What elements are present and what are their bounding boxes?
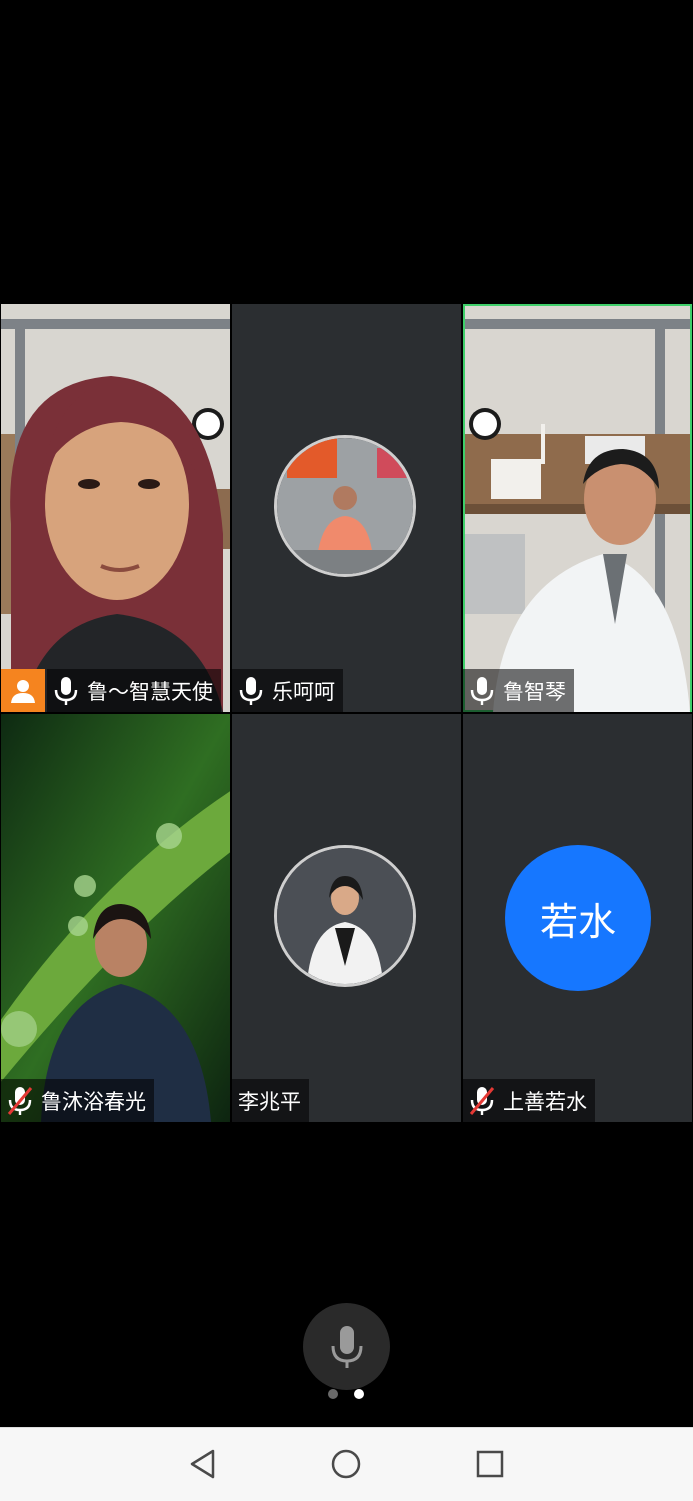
participant-name: 鲁智琴: [503, 679, 566, 704]
participant-tile-6[interactable]: 若水 上善若水: [463, 714, 692, 1122]
participant-label: 李兆平: [232, 1079, 309, 1122]
participant-name: 乐呵呵: [272, 679, 335, 704]
microphone-muted-icon: [469, 1086, 495, 1115]
participant-tile-3[interactable]: 鲁智琴: [463, 304, 692, 712]
microphone-icon: [54, 676, 78, 705]
avatar: [274, 845, 416, 987]
participant-label: 乐呵呵: [232, 669, 343, 712]
host-person-icon: [11, 679, 35, 703]
microphone-muted-icon: [7, 1086, 33, 1115]
host-badge: [1, 669, 45, 712]
participant-tile-2[interactable]: 乐呵呵: [232, 304, 461, 712]
page-indicator-dot-2-active[interactable]: [354, 1389, 364, 1399]
participant-label: 鲁智琴: [463, 669, 574, 712]
participant-label: 上善若水: [463, 1079, 595, 1122]
participant-tile-5[interactable]: 李兆平: [232, 714, 461, 1122]
video-frame-4: [1, 714, 230, 1122]
participant-tile-1[interactable]: 鲁～智慧天使: [1, 304, 230, 712]
microphone-icon: [470, 676, 494, 705]
participant-name: 上善若水: [503, 1089, 587, 1114]
participant-name: 鲁沐浴春光: [41, 1089, 146, 1114]
participant-tile-4[interactable]: 鲁沐浴春光: [1, 714, 230, 1122]
microphone-icon: [331, 1325, 362, 1368]
participant-name: 李兆平: [238, 1089, 301, 1114]
avatar-initials: 若水: [505, 845, 651, 991]
home-circle-icon[interactable]: [330, 1448, 362, 1480]
recents-square-icon[interactable]: [474, 1448, 506, 1480]
participant-name: 鲁～智慧天使: [87, 679, 213, 704]
video-frame-3: [465, 306, 690, 712]
microphone-icon: [239, 676, 263, 705]
participant-label: 鲁～智慧天使: [47, 669, 221, 712]
back-triangle-icon[interactable]: [187, 1448, 219, 1480]
microphone-button[interactable]: [303, 1303, 390, 1390]
avatar: [274, 435, 416, 577]
video-frame-1: [1, 304, 230, 712]
page-indicator-dot-1[interactable]: [328, 1389, 338, 1399]
participant-label: 鲁沐浴春光: [1, 1079, 154, 1122]
